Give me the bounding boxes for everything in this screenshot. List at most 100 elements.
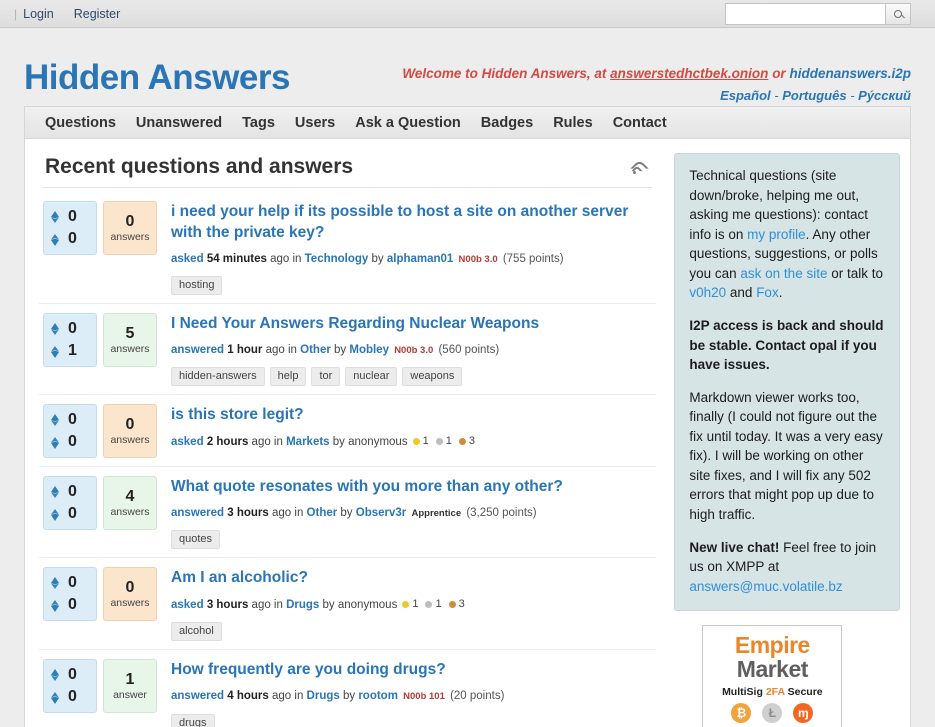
tag-link[interactable]: quotes (171, 530, 221, 550)
question-title-link[interactable]: How frequently are you doing drugs? (171, 660, 652, 681)
question-category-link[interactable]: Drugs (286, 599, 319, 611)
nav-item-badges[interactable]: Badges (471, 107, 543, 139)
upvote-arrow-icon[interactable] (48, 210, 62, 225)
question-author-link[interactable]: Mobley (349, 344, 389, 356)
question-body: is this store legit? asked 2 hours ago in… (171, 404, 652, 458)
search-button[interactable] (885, 3, 911, 25)
nav-item-contact[interactable]: Contact (603, 107, 677, 139)
author-rank-badge: Apprentice (411, 508, 462, 520)
onion-url-link[interactable]: answerstedhctbek.onion (610, 66, 768, 81)
question-title-link[interactable]: I Need Your Answers Regarding Nuclear We… (171, 314, 652, 335)
downvote-count: 1 (68, 342, 77, 360)
welcome-or: or (768, 66, 790, 81)
answer-count-label: answers (110, 433, 150, 446)
question-activity-link[interactable]: asked (171, 599, 204, 611)
question-category-link[interactable]: Other (307, 507, 338, 519)
nav-item-ask-a-question[interactable]: Ask a Question (345, 107, 471, 139)
downvote-row[interactable]: 0 (48, 686, 96, 708)
topbar-separator: | (14, 6, 18, 21)
question-row: 0 1 5 answers I Need Your Answers Regarding … (39, 304, 657, 396)
upvote-arrow-icon[interactable] (48, 668, 62, 683)
tag-link[interactable]: alcohol (171, 622, 222, 642)
question-author-link[interactable]: Observ3r (356, 507, 407, 519)
question-title-link[interactable]: i need your help if its possible to host… (171, 202, 652, 244)
lang-ru-link[interactable]: Pýсский (858, 88, 911, 103)
search-input[interactable] (725, 3, 885, 25)
question-category-link[interactable]: Other (300, 344, 331, 356)
empire-market-ad[interactable]: Empire Market MultiSig 2FA Secure ₿ Łɱ (702, 625, 843, 727)
question-time: 2 hours (206, 435, 249, 448)
question-by-text: by (337, 507, 356, 520)
downvote-count: 0 (68, 433, 77, 451)
nav-item-questions[interactable]: Questions (35, 107, 126, 139)
site-logo[interactable]: Hidden Answers (24, 58, 290, 98)
downvote-row[interactable]: 1 (48, 340, 96, 362)
lang-pt-link[interactable]: Português (782, 88, 846, 103)
question-category-link[interactable]: Technology (305, 253, 369, 265)
tag-link[interactable]: tor (311, 367, 341, 387)
tag-link[interactable]: weapons (402, 367, 463, 387)
my-profile-link[interactable]: my profile (747, 227, 806, 242)
upvote-row[interactable]: 0 (48, 318, 96, 340)
rss-icon[interactable] (630, 158, 650, 178)
tag-link[interactable]: help (269, 367, 307, 387)
question-title-link[interactable]: Am I an alcoholic? (171, 568, 652, 589)
nav-item-rules[interactable]: Rules (543, 107, 603, 139)
upvote-row[interactable]: 0 (48, 409, 96, 431)
nav-item-users[interactable]: Users (285, 107, 345, 139)
downvote-arrow-icon[interactable] (48, 232, 62, 247)
nav-item-unanswered[interactable]: Unanswered (126, 107, 232, 139)
question-activity-link[interactable]: asked (171, 253, 204, 265)
page-title: Recent questions and answers (45, 155, 354, 178)
downvote-arrow-icon[interactable] (48, 507, 62, 522)
login-link[interactable]: Login (23, 7, 54, 21)
upvote-row[interactable]: 0 (48, 206, 96, 228)
downvote-arrow-icon[interactable] (48, 344, 62, 359)
upvote-arrow-icon[interactable] (48, 485, 62, 500)
tag-link[interactable]: nuclear (345, 367, 398, 387)
sidebar-announcement: Technical questions (site down/broke, he… (674, 153, 900, 612)
question-activity-link[interactable]: asked (171, 436, 204, 448)
question-author-link[interactable]: rootom (358, 690, 398, 702)
upvote-row[interactable]: 0 (48, 481, 96, 503)
question-activity-link[interactable]: answered (171, 344, 224, 356)
nav-item-tags[interactable]: Tags (232, 107, 285, 139)
top-bar: | Login Register (0, 0, 935, 28)
lang-es-link[interactable]: Español (720, 88, 771, 103)
question-author-link[interactable]: alphaman01 (387, 253, 453, 265)
downvote-row[interactable]: 0 (48, 594, 96, 616)
downvote-arrow-icon[interactable] (48, 690, 62, 705)
downvote-arrow-icon[interactable] (48, 598, 62, 613)
upvote-row[interactable]: 0 (48, 664, 96, 686)
tag-link[interactable]: hosting (171, 276, 223, 296)
lang-separator-1: - (774, 88, 779, 103)
question-title-link[interactable]: What quote resonates with you more than … (171, 477, 652, 498)
question-category-link[interactable]: Markets (286, 436, 329, 448)
announcement-paragraph-4: New live chat! Feel free to join us on X… (689, 538, 885, 597)
vote-widget: 00 (43, 567, 97, 622)
xmpp-link[interactable]: answers@muc.volatile.bz (689, 579, 842, 594)
tag-link[interactable]: hidden-answers (171, 367, 265, 387)
downvote-count: 0 (68, 596, 77, 614)
answer-count-box: 4 answers (103, 476, 157, 531)
question-activity-link[interactable]: answered (171, 507, 224, 519)
downvote-row[interactable]: 0 (48, 431, 96, 453)
upvote-arrow-icon[interactable] (48, 413, 62, 428)
question-title-link[interactable]: is this store legit? (171, 405, 652, 426)
question-activity-link[interactable]: answered (171, 690, 224, 702)
register-link[interactable]: Register (74, 7, 121, 21)
fox-link[interactable]: Fox (756, 285, 779, 300)
upvote-row[interactable]: 0 (48, 572, 96, 594)
tag-link[interactable]: drugs (171, 713, 215, 727)
question-category-link[interactable]: Drugs (307, 690, 340, 702)
downvote-arrow-icon[interactable] (48, 435, 62, 450)
downvote-row[interactable]: 0 (48, 228, 96, 250)
upvote-arrow-icon[interactable] (48, 576, 62, 591)
announcement-paragraph-1: Technical questions (site down/broke, he… (689, 166, 885, 303)
upvote-arrow-icon[interactable] (48, 322, 62, 337)
v0h20-link[interactable]: v0h20 (689, 285, 726, 300)
vote-widget: 00 (43, 659, 97, 714)
i2p-url-link[interactable]: hiddenanswers.i2p (789, 66, 911, 81)
ask-on-site-link[interactable]: ask on the site (740, 266, 827, 281)
downvote-row[interactable]: 0 (48, 503, 96, 525)
